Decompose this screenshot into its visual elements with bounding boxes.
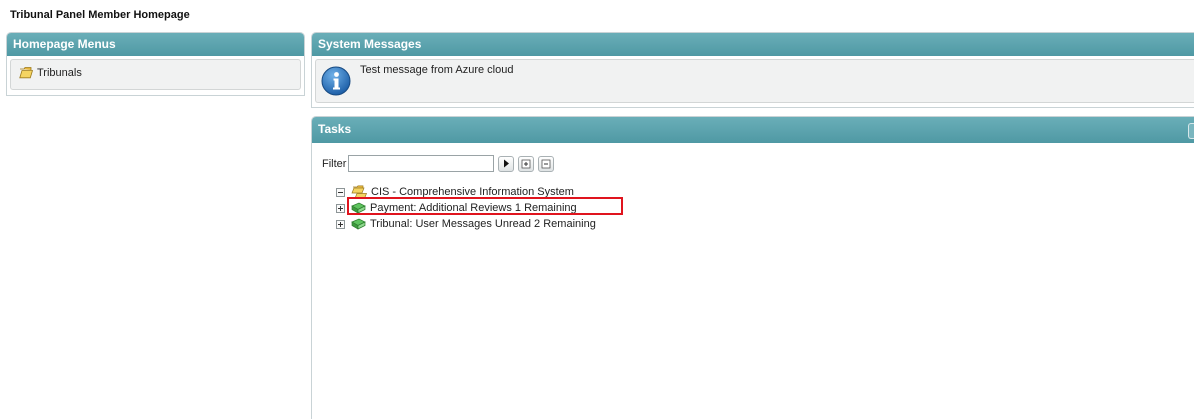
page-title: Tribunal Panel Member Homepage (10, 9, 190, 21)
book-icon (351, 202, 366, 214)
tasks-header-button[interactable] (1188, 123, 1194, 139)
collapse-all-button[interactable] (538, 155, 555, 172)
tree-item-payment: Payment: Additional Reviews 1 Remaining (336, 200, 596, 216)
filter-label: Filter (322, 157, 347, 170)
tasks-panel: Tasks Filter CIS - Comprehensive Informa… (311, 116, 1194, 419)
expand-toggle[interactable] (336, 203, 345, 213)
play-arrow-icon (504, 159, 510, 168)
book-icon (351, 218, 366, 230)
tree-item-tribunal-label[interactable]: Tribunal: User Messages Unread 2 Remaini… (370, 218, 596, 230)
homepage-menus-header: Homepage Menus (7, 33, 304, 56)
task-tree: CIS - Comprehensive Information System P… (336, 184, 596, 232)
tree-root-node: CIS - Comprehensive Information System (336, 184, 596, 200)
filter-row: Filter (322, 155, 555, 172)
expand-all-icon (522, 159, 531, 168)
tasks-header: Tasks (312, 117, 1194, 143)
system-message-text: Test message from Azure cloud (360, 64, 514, 76)
tree-item-tribunal: Tribunal: User Messages Unread 2 Remaini… (336, 216, 596, 232)
tree-root-label[interactable]: CIS - Comprehensive Information System (371, 186, 574, 198)
filter-go-button[interactable] (498, 155, 515, 172)
system-messages-body: Test message from Azure cloud (315, 59, 1194, 103)
homepage-menus-panel: Homepage Menus Tribunals (6, 32, 305, 96)
tree-item-payment-label[interactable]: Payment: Additional Reviews 1 Remaining (370, 202, 577, 214)
folder-group-icon (351, 185, 367, 199)
expand-toggle[interactable] (336, 219, 345, 229)
folder-icon (19, 67, 33, 79)
menu-item-label: Tribunals (37, 66, 82, 79)
collapse-all-icon (542, 159, 551, 168)
system-messages-panel: System Messages Test message from Azure … (311, 32, 1194, 108)
menu-item-tribunals[interactable]: Tribunals (19, 66, 300, 79)
expand-all-button[interactable] (518, 155, 535, 172)
info-icon (321, 66, 351, 96)
system-messages-header: System Messages (312, 33, 1194, 56)
homepage-menus-body: Tribunals (10, 59, 301, 90)
tasks-header-title: Tasks (318, 122, 352, 136)
filter-input[interactable] (348, 155, 495, 172)
collapse-toggle[interactable] (336, 187, 345, 197)
